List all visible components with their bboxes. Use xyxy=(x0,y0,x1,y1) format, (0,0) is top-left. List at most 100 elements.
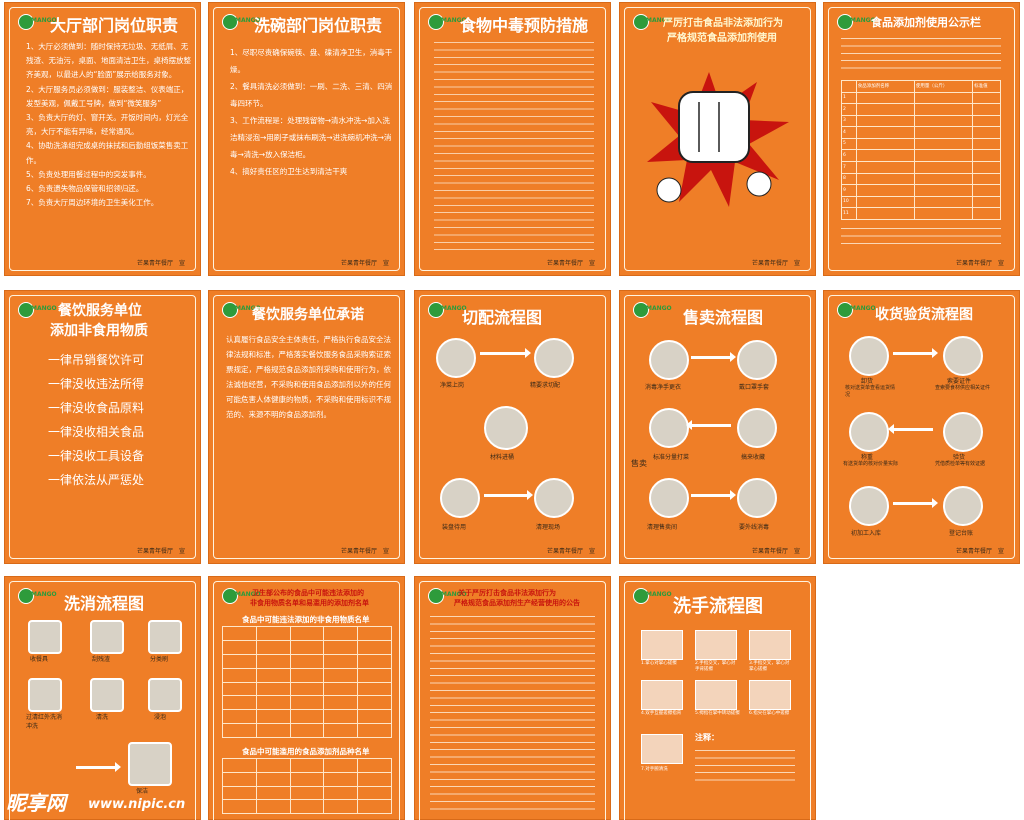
panel-notice: MANGO 关于严厉打击食品非法添加行为 严格规范食品添加剂生产经营使用的公告 xyxy=(414,576,611,820)
pledge-text: 认真履行食品安全主体责任，严格执行食品安全法律法规和标准，严格落实餐饮服务食品采… xyxy=(226,335,391,419)
step-caption: 清理现场 xyxy=(536,524,561,531)
flow-arrow xyxy=(893,348,938,358)
handwash-step-image xyxy=(695,630,737,660)
step-photo xyxy=(436,338,476,378)
panel-footer: 芒果青年餐厅 宣 xyxy=(751,260,800,267)
brand-logo: MANGO xyxy=(18,302,57,318)
step-photo xyxy=(484,406,528,450)
brand-logo: MANGO xyxy=(633,588,672,604)
duty-line: 3、工作流程是：处理残留物→清水冲洗→加入洗洁精浸泡→用刷子或抹布刷洗→进洗碗机… xyxy=(230,116,392,159)
step-caption: 分类刷 xyxy=(150,656,169,663)
brand-logo: MANGO xyxy=(633,302,672,318)
watermark-id: ID:14796549 NO:20181010102239699086 xyxy=(821,802,1015,812)
step-caption: 3.手指交叉，掌心对掌心搓擦 xyxy=(749,661,790,672)
table-row: 7 xyxy=(841,161,1001,174)
flow-arrow xyxy=(76,762,121,772)
step-photo xyxy=(849,336,889,376)
panel-header-line2: 非食用物质名单和易滥用的添加剂名单 xyxy=(250,599,369,607)
note-label: 注释： xyxy=(695,733,719,742)
step-note: 有送货单的核对价量实际 xyxy=(843,461,899,467)
step-photo xyxy=(849,412,889,452)
panel-footer: 芒果青年餐厅 宣 xyxy=(955,548,1004,555)
list-item: 一律没收违法所得 xyxy=(48,377,145,391)
flow-arrow xyxy=(888,424,933,434)
step-photo xyxy=(148,620,182,654)
duty-line: 2、餐具清洗必须做到：一刷、二洗、三清、四消毒四环节。 xyxy=(230,82,393,108)
step-caption: 搞来收藏 xyxy=(741,454,766,461)
step-caption: 标准分量打菜 xyxy=(653,454,690,461)
panel-header-line1: 卫生部公布的食品中可能违法添加的 xyxy=(252,589,364,597)
watermark-brand: 昵享网 xyxy=(6,791,66,815)
panel-title: 售卖流程图 xyxy=(683,308,764,327)
list-item: 一律没收相关食品 xyxy=(48,425,145,439)
brand-logo: MANGO xyxy=(428,588,467,604)
step-photo xyxy=(28,620,62,654)
step-caption: 4.双手互握搓擦指背 xyxy=(641,711,682,716)
duty-text: 1、大厅必须做到：随时保持无垃圾、无纸屑、无残渣、无油污，桌面、地面清洁卫生，桌… xyxy=(26,40,191,210)
table-row: 8 xyxy=(841,172,1001,186)
panel-title: 洗碗部门岗位职责 xyxy=(254,16,383,35)
notice-body-block xyxy=(430,612,595,812)
penalty-list: 一律吊销餐饮许可 一律没收违法所得 一律没收食品原料 一律没收相关食品 一律没收… xyxy=(48,348,144,492)
panel-pledge: MANGO 餐饮服务单位承诺 认真履行食品安全主体责任，严格执行食品安全法律法规… xyxy=(208,290,405,564)
panel-cutting-flow: MANGO 切配流程图 净菜上岗 精要求切配 材料进桶 装盘待用 清理现场 芒果… xyxy=(414,290,611,564)
step-caption: 精要求切配 xyxy=(530,382,561,389)
step-photo xyxy=(943,486,983,526)
panel-header-line2: 严格规范食品添加剂生产经营使用的公告 xyxy=(454,599,580,607)
panel-title-line2: 严格规范食品添加剂使用 xyxy=(667,33,777,44)
panel-title-line1: 餐饮服务单位 xyxy=(58,303,142,319)
flow-arrow xyxy=(691,490,736,500)
step-photo xyxy=(90,678,124,712)
list-item: 一律没收食品原料 xyxy=(48,401,145,415)
step-photo xyxy=(534,338,574,378)
panel-selling-flow: MANGO 售卖流程图 消毒净手更衣 戴口罩手套 标准分量打菜 售卖 搞来收藏 … xyxy=(619,290,816,564)
flow-arrow xyxy=(893,498,938,508)
step-photo xyxy=(737,340,777,380)
panel-footer: 芒果青年餐厅 宣 xyxy=(751,548,800,555)
brand-logo: MANGO xyxy=(428,302,467,318)
panel-additive-notice: MANGO 食品添加剂使用公示栏 食品添加剂名称 使用量（公斤） 标准值 1 2… xyxy=(823,2,1020,276)
flow-arrow xyxy=(686,420,731,430)
table-row: 2 xyxy=(841,103,1001,116)
step-note: 查索要食材供应相关证件 xyxy=(935,385,991,391)
step-caption: 5.拇指在掌中转动搓擦 xyxy=(695,711,740,716)
panel-title-line1: 严厉打击食品非法添加行为 xyxy=(663,18,783,29)
flow-arrow xyxy=(480,348,531,358)
panel-title: 食品添加剂使用公示栏 xyxy=(871,16,981,29)
brand-logo: MANGO xyxy=(18,14,57,30)
step-photo xyxy=(440,478,480,518)
brand-logo: MANGO xyxy=(222,302,261,318)
list-subtitle: 食品中可能违法添加的非食用物质名单 xyxy=(242,615,370,624)
panel-footer: 芒果青年餐厅 宣 xyxy=(136,260,185,267)
step-photo xyxy=(943,336,983,376)
notice-intro-block xyxy=(841,34,1001,74)
duty-text: 1、尽职尽责确保碗筷、盘、碟清净卫生，消毒干燥。 2、餐具清洗必须做到：一刷、二… xyxy=(230,44,395,180)
brand-logo: MANGO xyxy=(428,14,467,30)
step-photo xyxy=(943,412,983,452)
panel-footer: 芒果青年餐厅 宣 xyxy=(546,260,595,267)
table-row: 3 xyxy=(841,114,1001,128)
fist-shape xyxy=(678,91,750,163)
duty-line: 1、大厅必须做到：随时保持无垃圾、无纸屑、无残渣、无油污，桌面、地面清洁卫生，桌… xyxy=(26,42,191,80)
duty-line: 4、搞好责任区的卫生达到清洁干爽 xyxy=(230,167,348,176)
col-header: 标准值 xyxy=(972,80,1001,93)
table-row: 5 xyxy=(841,137,1001,151)
step-caption: 材料进桶 xyxy=(490,454,515,461)
panel-footer: 芒果青年餐厅 宣 xyxy=(340,548,389,555)
table-row: 4 xyxy=(841,126,1001,139)
table-row: 10 xyxy=(841,195,1001,209)
list-item: 一律没收工具设备 xyxy=(48,449,145,463)
additive-table: 食品添加剂名称 使用量（公斤） 标准值 1 2 3 4 5 6 7 8 9 10… xyxy=(841,80,1001,220)
step-caption: 净菜上岗 xyxy=(440,382,465,389)
panel-title: 餐饮服务单位承诺 xyxy=(252,307,364,323)
panel-title: 洗消流程图 xyxy=(64,594,145,613)
brand-logo: MANGO xyxy=(222,588,261,604)
brand-logo: MANGO xyxy=(18,588,57,604)
step-caption: 装盘待用 xyxy=(442,524,467,531)
table-row: 6 xyxy=(841,149,1001,163)
panel-footer: 芒果青年餐厅 宣 xyxy=(546,548,595,555)
handwash-step-image xyxy=(641,630,683,660)
brand-logo: MANGO xyxy=(837,302,876,318)
flow-arrow xyxy=(691,352,736,362)
step-caption: 登记台账 xyxy=(949,530,974,537)
